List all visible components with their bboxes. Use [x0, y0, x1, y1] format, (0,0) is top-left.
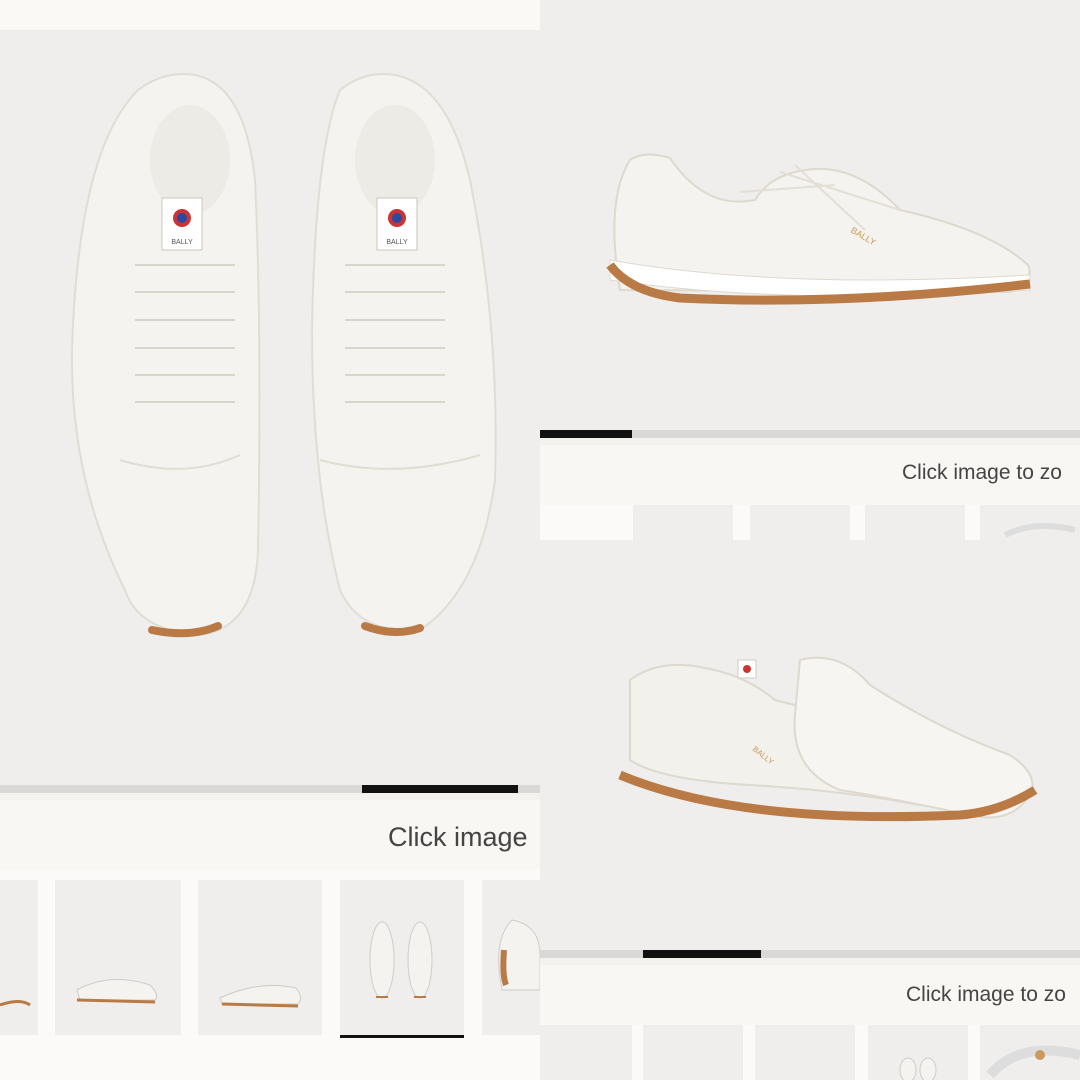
image-progress-indicator-c — [642, 950, 762, 958]
zoom-caption-bar: Click image — [0, 800, 540, 870]
thumbnail-2[interactable] — [55, 880, 181, 1035]
thumbnail-strip — [0, 870, 540, 1080]
right-shoe-top-view: BALLY — [310, 73, 497, 636]
zoom-caption: Click image — [388, 822, 528, 852]
zoom-caption-b: Click image to zo — [902, 461, 1062, 484]
thumbnail-b-2[interactable] — [750, 505, 850, 540]
thumbnail-3[interactable] — [198, 880, 322, 1035]
right-tongue-label: BALLY — [386, 239, 408, 246]
image-progress-indicator-b — [540, 430, 632, 438]
thumbnail-b-3[interactable] — [865, 505, 965, 540]
thumbnail-c-4[interactable] — [868, 1025, 968, 1080]
left-shoe-top-view: BALLY — [70, 73, 261, 638]
thumbnail-strip-b — [540, 505, 1080, 540]
left-tongue-label: BALLY — [171, 239, 193, 246]
image-progress-bar-c[interactable] — [540, 950, 1080, 958]
thumbnail-5[interactable] — [482, 880, 540, 1035]
product-image-pair-view[interactable]: BALLY — [540, 540, 1080, 950]
zoom-caption-bar-c: Click image to zo — [540, 965, 1080, 1025]
image-progress-bar-b[interactable] — [540, 430, 1080, 438]
thumbnail-strip-c — [540, 1025, 1080, 1080]
thumbnail-b-4[interactable] — [980, 505, 1080, 540]
thumbnail-c-5[interactable] — [980, 1025, 1080, 1080]
zoom-caption-bar-b: Click image to zo — [540, 445, 1080, 505]
product-image-top-view[interactable]: BALLY BALLY — [0, 30, 540, 785]
zoom-caption-c: Click image to zo — [906, 983, 1066, 1006]
thumbnail-c-2[interactable] — [643, 1025, 743, 1080]
thumbnail-c-3[interactable] — [755, 1025, 855, 1080]
product-image-side-view[interactable]: BALLY — [540, 0, 1080, 430]
top-strip — [0, 0, 540, 30]
shoe-side-view: BALLY — [606, 153, 1031, 305]
thumbnail-4-active[interactable] — [340, 880, 464, 1038]
image-progress-bar[interactable] — [0, 785, 540, 793]
thumbnail-1[interactable] — [0, 880, 38, 1035]
shoe-pair-angled: BALLY — [618, 656, 1038, 822]
thumbnail-c-1[interactable] — [540, 1025, 632, 1080]
thumbnail-b-1[interactable] — [633, 505, 733, 540]
image-progress-indicator — [361, 785, 519, 793]
